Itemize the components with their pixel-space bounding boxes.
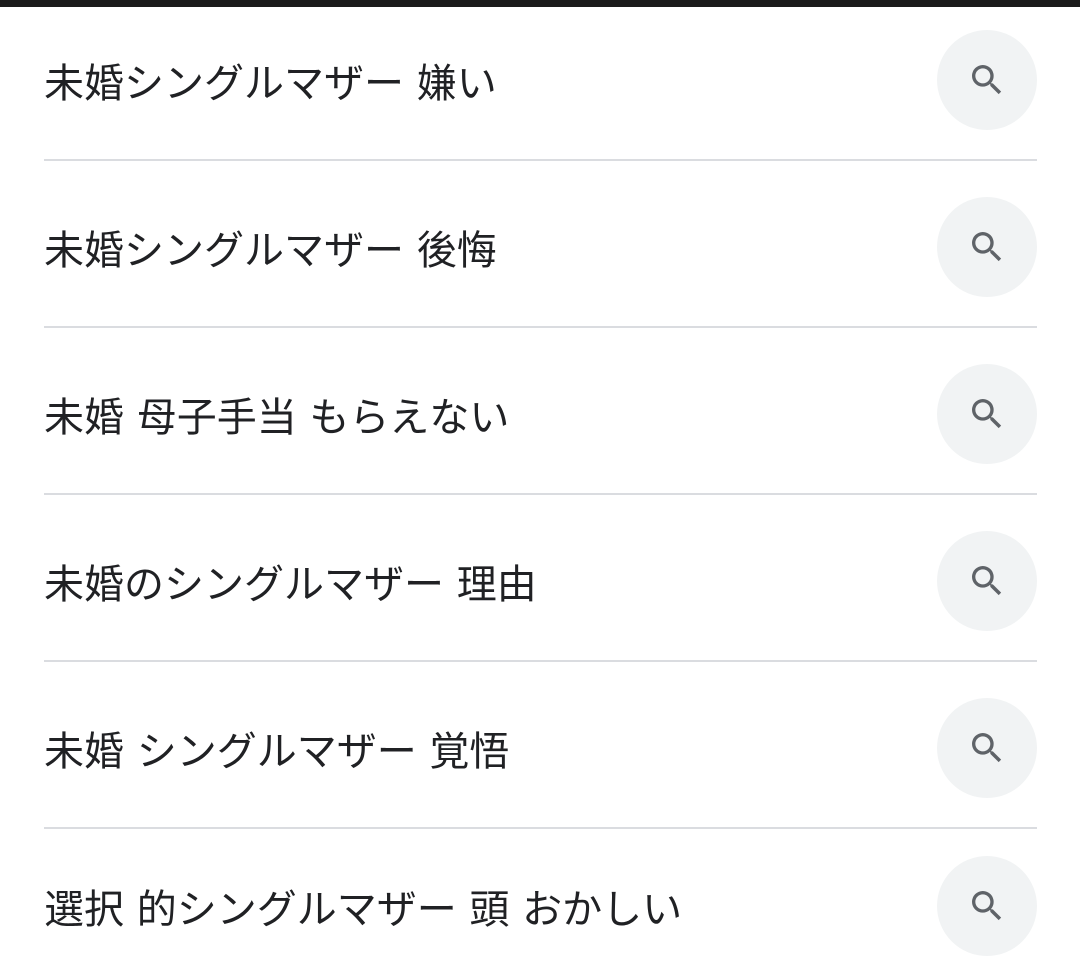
search-button[interactable] — [937, 30, 1037, 130]
suggestion-item[interactable]: 未婚シングルマザー 嫌い — [44, 0, 1037, 160]
suggestion-text: 未婚 シングルマザー 覚悟 — [44, 729, 510, 775]
search-icon — [972, 733, 1002, 763]
search-icon — [972, 890, 1002, 920]
search-button[interactable] — [937, 855, 1037, 956]
search-icon — [972, 399, 1002, 429]
suggestion-item[interactable]: 未婚 シングルマザー 覚悟 — [44, 668, 1037, 828]
suggestion-text: 未婚シングルマザー 嫌い — [44, 61, 497, 107]
suggestion-item[interactable]: 未婚シングルマザー 後悔 — [44, 167, 1037, 327]
divider — [44, 660, 1037, 662]
suggestion-text: 未婚シングルマザー 後悔 — [44, 228, 497, 274]
search-icon — [972, 232, 1002, 262]
divider — [44, 827, 1037, 829]
search-button[interactable] — [937, 698, 1037, 798]
suggestion-text: 未婚のシングルマザー 理由 — [44, 562, 537, 608]
suggestion-item[interactable]: 選択 的シングルマザー 頭 おかしい — [44, 832, 1037, 979]
search-icon — [972, 65, 1002, 95]
search-button[interactable] — [937, 531, 1037, 631]
search-icon — [972, 566, 1002, 596]
divider — [44, 159, 1037, 161]
suggestion-text: 未婚 母子手当 もらえない — [44, 395, 510, 441]
search-button[interactable] — [937, 197, 1037, 297]
suggestion-item[interactable]: 未婚のシングルマザー 理由 — [44, 501, 1037, 661]
divider — [44, 326, 1037, 328]
divider — [44, 493, 1037, 495]
suggestion-item[interactable]: 未婚 母子手当 もらえない — [44, 334, 1037, 494]
suggestion-text: 選択 的シングルマザー 頭 おかしい — [44, 886, 683, 933]
search-button[interactable] — [937, 364, 1037, 464]
